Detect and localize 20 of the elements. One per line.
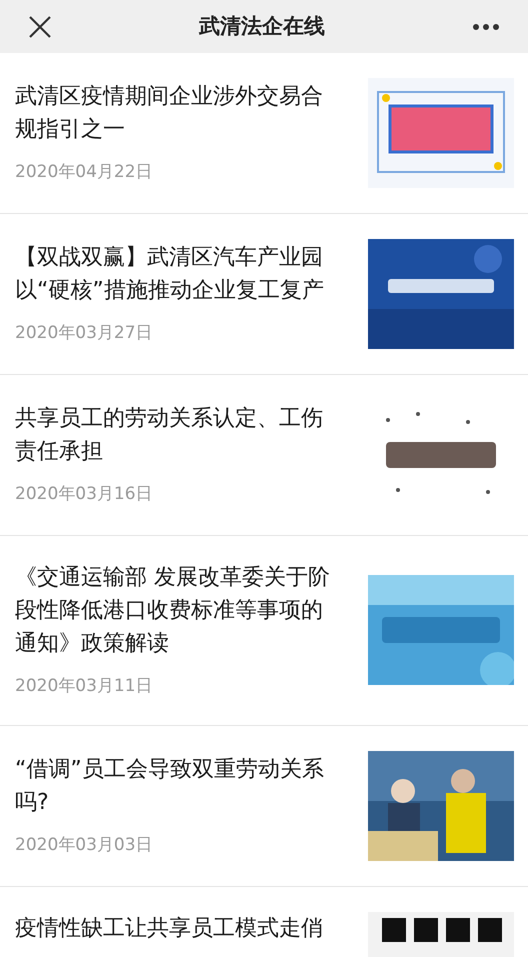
close-icon[interactable] xyxy=(28,14,52,38)
more-icon[interactable] xyxy=(472,22,500,30)
article-item[interactable]: 《交通运输部 发展改革委关于阶段性降低港口收费标准等事项的通知》政策解读 2020年03月11日 xyxy=(0,536,528,726)
article-date: 2020年03月11日 xyxy=(15,675,154,698)
article-date: 2020年03月03日 xyxy=(15,834,154,857)
article-item[interactable]: 疫情性缺工让共享员工模式走俏 xyxy=(0,886,528,957)
article-title: 武清区疫情期间企业涉外交易合规指引之一 xyxy=(15,83,324,144)
article-title: “借调”员工会导致双重劳动关系吗? xyxy=(15,756,325,817)
article-date: 2020年03月27日 xyxy=(15,322,154,346)
article-item[interactable]: 【双战双赢】武清区汽车产业园以“硬核”措施推动企业复工复产 2020年03月27日 xyxy=(0,214,528,375)
article-item[interactable]: 共享员工的劳动关系认定、工伤责任承担 2020年03月16日 xyxy=(0,375,528,536)
article-title: 【双战双赢】武清区汽车产业园以“硬核”措施推动企业复工复产 xyxy=(15,244,325,306)
page-title: 武清法企在线 xyxy=(199,12,325,40)
article-date: 2020年03月16日 xyxy=(15,483,154,506)
article-item[interactable]: 武清区疫情期间企业涉外交易合规指引之一 2020年04月22日 xyxy=(0,53,528,214)
article-title: 《交通运输部 发展改革委关于阶段性降低港口收费标准等事项的通知》政策解读 xyxy=(15,564,331,658)
article-title: 共享员工的劳动关系认定、工伤责任承担 xyxy=(15,405,324,466)
article-date: 2020年04月22日 xyxy=(15,161,154,184)
article-title: 疫情性缺工让共享员工模式走俏 xyxy=(15,914,324,942)
article-item[interactable]: “借调”员工会导致双重劳动关系吗? 2020年03月03日 xyxy=(0,726,528,886)
